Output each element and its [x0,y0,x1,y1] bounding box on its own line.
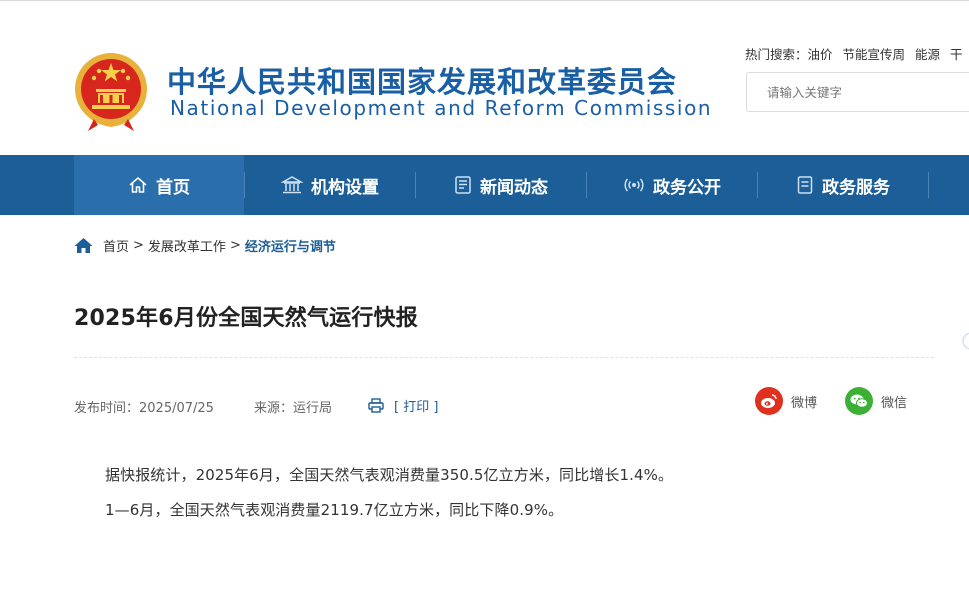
breadcrumb-separator: > [133,238,144,253]
publish-time: 发布时间：2025/07/25 [74,401,214,416]
nav-label-organization: 机构设置 [311,177,379,198]
nav-item-services[interactable]: 政务服务 [758,155,928,215]
search-input[interactable] [747,73,947,111]
breadcrumb-reform-work[interactable]: 发展改革工作 [148,236,226,255]
printer-icon [368,398,384,413]
nav-item-home[interactable]: 首页 [74,155,244,215]
partial-nav-icon [962,332,969,350]
home-icon [74,238,93,253]
nav-label-services: 政务服务 [822,177,890,198]
article-paragraph: 据快报统计，2025年6月，全国天然气表观消费量350.5亿立方米，同比增长1.… [105,466,674,484]
weibo-icon [755,387,783,415]
title-divider [74,357,934,358]
nav-item-news[interactable]: 新闻动态 [416,155,586,215]
nav-item-public-affairs[interactable]: 政务公开 [587,155,757,215]
share-wechat-button[interactable]: 微信 [845,387,907,415]
print-label: [ 打印 ] [394,400,439,415]
search-box [746,72,969,112]
national-emblem-icon [75,53,147,131]
share-weibo-button[interactable]: 微博 [755,387,817,415]
site-title-cn[interactable]: 中华人民共和国国家发展和改革委员会 [167,59,677,101]
article-paragraph: 1—6月，全国天然气表观消费量2119.7亿立方米，同比下降0.9%。 [105,501,564,519]
site-header: 中华人民共和国国家发展和改革委员会 National Development a… [0,4,969,155]
breadcrumb-home[interactable]: 首页 [103,236,129,255]
building-icon [281,176,303,194]
article-title: 2025年6月份全国天然气运行快报 [74,306,418,331]
nav-label-home: 首页 [156,177,190,198]
breadcrumb-separator: > [229,238,241,253]
article-source: 来源：运行局 [254,401,333,416]
broadcast-icon [624,178,644,192]
nav-label-public-affairs: 政务公开 [653,177,721,198]
hot-keyword-oil[interactable]: 油价 [808,47,833,62]
breadcrumb: 首页 > 发展改革工作 > 经济运行与调节 [74,236,336,255]
share-weibo-label: 微博 [791,395,818,411]
document-icon [797,176,813,194]
hot-keyword-energy[interactable]: 能源 [915,47,940,62]
nav-divider [928,172,929,198]
print-button[interactable]: [ 打印 ] [368,396,438,415]
hot-search-label: 热门搜索： [745,47,808,62]
nav-item-organization[interactable]: 机构设置 [245,155,415,215]
share-wechat-label: 微信 [881,395,908,411]
newspaper-icon [455,176,471,194]
site-title-en[interactable]: National Development and Reform Commissi… [170,96,712,120]
nav-label-news: 新闻动态 [480,177,548,198]
hot-keyword-energy-saving[interactable]: 节能宣传周 [843,47,906,62]
home-icon [129,177,147,193]
hot-search: 热门搜索：油价 节能宣传周 能源 干 [745,44,969,63]
breadcrumb-economic-operation[interactable]: 经济运行与调节 [245,236,336,255]
main-nav: 首页 机构设置 新闻动态 政务公开 政务服务 [0,155,969,350]
wechat-icon [845,387,873,415]
hot-keyword-truncated[interactable]: 干 [950,47,963,62]
